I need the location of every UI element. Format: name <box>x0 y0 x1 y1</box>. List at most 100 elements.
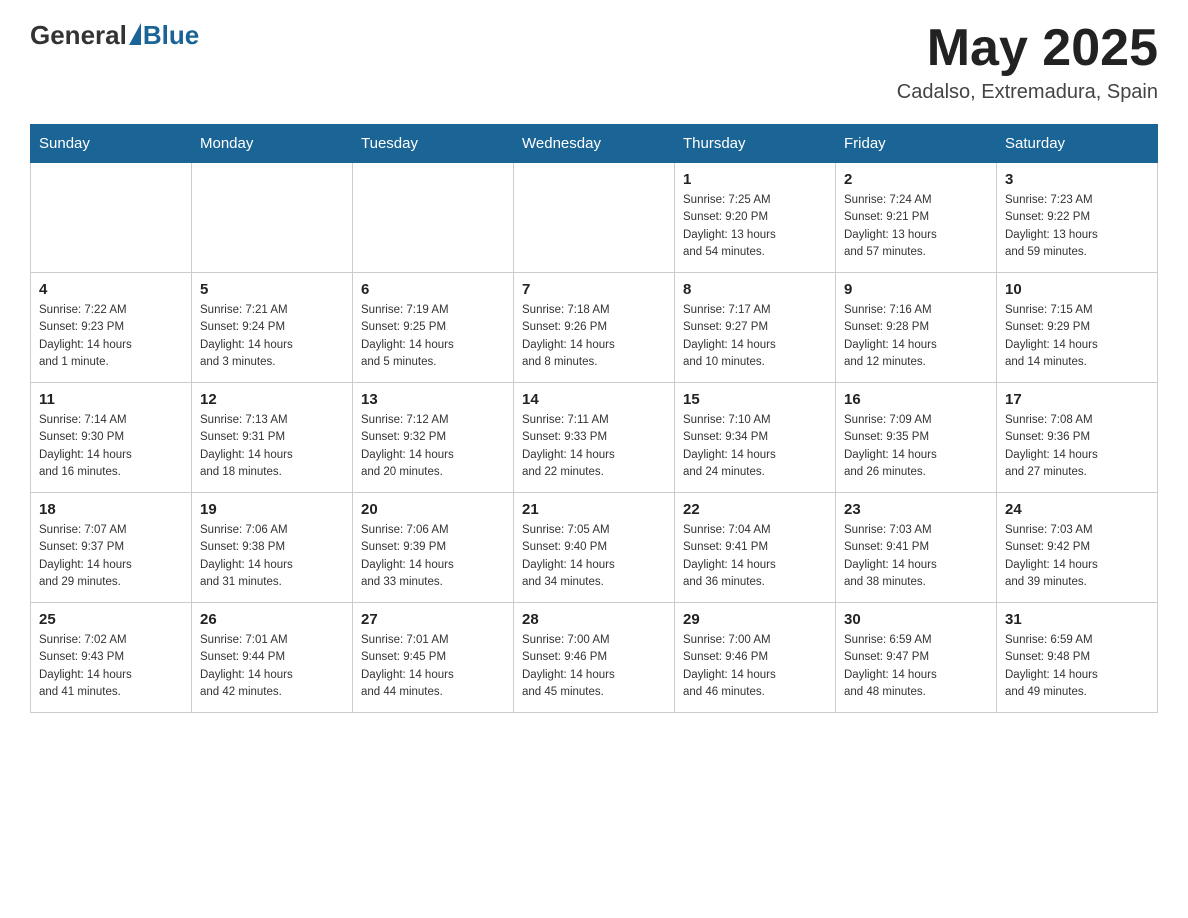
calendar-header-wednesday: Wednesday <box>514 125 675 163</box>
day-number: 28 <box>522 611 666 628</box>
calendar-header-sunday: Sunday <box>31 125 192 163</box>
day-info: Sunrise: 7:03 AMSunset: 9:42 PMDaylight:… <box>1005 522 1149 591</box>
day-number: 24 <box>1005 501 1149 518</box>
day-number: 10 <box>1005 281 1149 298</box>
calendar-header-saturday: Saturday <box>997 125 1158 163</box>
day-info: Sunrise: 7:06 AMSunset: 9:38 PMDaylight:… <box>200 522 344 591</box>
calendar-cell: 22Sunrise: 7:04 AMSunset: 9:41 PMDayligh… <box>675 493 836 603</box>
day-number: 23 <box>844 501 988 518</box>
calendar-header-thursday: Thursday <box>675 125 836 163</box>
calendar-cell: 24 Sunrise: 7:03 AMSunset: 9:42 PMDayligh… <box>997 493 1158 603</box>
day-info: Sunrise: 7:01 AMSunset: 9:44 PMDaylight:… <box>200 632 344 701</box>
day-number: 4 <box>39 281 183 298</box>
day-number: 5 <box>200 281 344 298</box>
calendar-cell: 12 Sunrise: 7:13 AMSunset: 9:31 PMDayligh… <box>192 383 353 493</box>
day-info: Sunrise: 7:23 AMSunset: 9:22 PMDaylight:… <box>1005 192 1149 261</box>
day-info: Sunrise: 7:22 AMSunset: 9:23 PMDaylight:… <box>39 302 183 371</box>
day-number: 11 <box>39 391 183 408</box>
calendar-table: SundayMondayTuesdayWednesdayThursdayFrid… <box>30 124 1158 713</box>
day-number: 3 <box>1005 171 1149 188</box>
calendar-cell: 14Sunrise: 7:11 AMSunset: 9:33 PMDayligh… <box>514 383 675 493</box>
day-number: 6 <box>361 281 505 298</box>
calendar-cell: 11Sunrise: 7:14 AMSunset: 9:30 PMDayligh… <box>31 383 192 493</box>
day-number: 13 <box>361 391 505 408</box>
main-title: May 2025 <box>897 20 1158 77</box>
calendar-cell <box>31 163 192 273</box>
day-info: Sunrise: 7:09 AMSunset: 9:35 PMDaylight:… <box>844 412 988 481</box>
day-info: Sunrise: 7:19 AMSunset: 9:25 PMDaylight:… <box>361 302 505 371</box>
calendar-cell: 3 Sunrise: 7:23 AMSunset: 9:22 PMDaylight… <box>997 163 1158 273</box>
day-number: 17 <box>1005 391 1149 408</box>
calendar-cell: 7 Sunrise: 7:18 AMSunset: 9:26 PMDaylight… <box>514 273 675 383</box>
logo: General Blue <box>30 20 199 51</box>
calendar-cell: 31 Sunrise: 6:59 AMSunset: 9:48 PMDayligh… <box>997 603 1158 713</box>
day-info: Sunrise: 7:03 AMSunset: 9:41 PMDaylight:… <box>844 522 988 591</box>
day-number: 29 <box>683 611 827 628</box>
day-number: 27 <box>361 611 505 628</box>
day-info: Sunrise: 7:13 AMSunset: 9:31 PMDaylight:… <box>200 412 344 481</box>
day-info: Sunrise: 7:05 AMSunset: 9:40 PMDaylight:… <box>522 522 666 591</box>
day-info: Sunrise: 7:11 AMSunset: 9:33 PMDaylight:… <box>522 412 666 481</box>
day-info: Sunrise: 7:12 AMSunset: 9:32 PMDaylight:… <box>361 412 505 481</box>
week-row-4: 18 Sunrise: 7:07 AMSunset: 9:37 PMDayligh… <box>31 493 1158 603</box>
day-info: Sunrise: 6:59 AMSunset: 9:47 PMDaylight:… <box>844 632 988 701</box>
day-number: 7 <box>522 281 666 298</box>
day-number: 1 <box>683 171 827 188</box>
calendar-cell: 2 Sunrise: 7:24 AMSunset: 9:21 PMDaylight… <box>836 163 997 273</box>
day-number: 19 <box>200 501 344 518</box>
calendar-cell: 8Sunrise: 7:17 AMSunset: 9:27 PMDaylight… <box>675 273 836 383</box>
day-info: Sunrise: 7:00 AMSunset: 9:46 PMDaylight:… <box>522 632 666 701</box>
calendar-cell <box>514 163 675 273</box>
day-info: Sunrise: 7:01 AMSunset: 9:45 PMDaylight:… <box>361 632 505 701</box>
calendar-cell <box>353 163 514 273</box>
calendar-header-friday: Friday <box>836 125 997 163</box>
day-number: 9 <box>844 281 988 298</box>
week-row-1: 1 Sunrise: 7:25 AMSunset: 9:20 PMDaylight… <box>31 163 1158 273</box>
calendar-header-row: SundayMondayTuesdayWednesdayThursdayFrid… <box>31 125 1158 163</box>
calendar-cell <box>192 163 353 273</box>
calendar-cell: 1 Sunrise: 7:25 AMSunset: 9:20 PMDaylight… <box>675 163 836 273</box>
calendar-cell: 29 Sunrise: 7:00 AMSunset: 9:46 PMDayligh… <box>675 603 836 713</box>
calendar-cell: 4 Sunrise: 7:22 AMSunset: 9:23 PMDaylight… <box>31 273 192 383</box>
day-number: 25 <box>39 611 183 628</box>
day-number: 18 <box>39 501 183 518</box>
day-info: Sunrise: 7:00 AMSunset: 9:46 PMDaylight:… <box>683 632 827 701</box>
day-info: Sunrise: 7:10 AMSunset: 9:34 PMDaylight:… <box>683 412 827 481</box>
day-number: 12 <box>200 391 344 408</box>
day-number: 22 <box>683 501 827 518</box>
calendar-cell: 5 Sunrise: 7:21 AMSunset: 9:24 PMDaylight… <box>192 273 353 383</box>
day-info: Sunrise: 7:25 AMSunset: 9:20 PMDaylight:… <box>683 192 827 261</box>
calendar-cell: 18 Sunrise: 7:07 AMSunset: 9:37 PMDayligh… <box>31 493 192 603</box>
calendar-cell: 16Sunrise: 7:09 AMSunset: 9:35 PMDayligh… <box>836 383 997 493</box>
calendar-cell: 20 Sunrise: 7:06 AMSunset: 9:39 PMDayligh… <box>353 493 514 603</box>
day-info: Sunrise: 7:24 AMSunset: 9:21 PMDaylight:… <box>844 192 988 261</box>
day-info: Sunrise: 6:59 AMSunset: 9:48 PMDaylight:… <box>1005 632 1149 701</box>
day-info: Sunrise: 7:06 AMSunset: 9:39 PMDaylight:… <box>361 522 505 591</box>
logo-triangle-icon <box>129 23 141 45</box>
day-number: 2 <box>844 171 988 188</box>
day-number: 20 <box>361 501 505 518</box>
calendar-cell: 23 Sunrise: 7:03 AMSunset: 9:41 PMDayligh… <box>836 493 997 603</box>
day-info: Sunrise: 7:18 AMSunset: 9:26 PMDaylight:… <box>522 302 666 371</box>
page-header: General Blue May 2025 Cadalso, Extremadu… <box>30 20 1158 104</box>
week-row-2: 4 Sunrise: 7:22 AMSunset: 9:23 PMDaylight… <box>31 273 1158 383</box>
calendar-cell: 6 Sunrise: 7:19 AMSunset: 9:25 PMDaylight… <box>353 273 514 383</box>
day-info: Sunrise: 7:15 AMSunset: 9:29 PMDaylight:… <box>1005 302 1149 371</box>
day-info: Sunrise: 7:21 AMSunset: 9:24 PMDaylight:… <box>200 302 344 371</box>
day-info: Sunrise: 7:16 AMSunset: 9:28 PMDaylight:… <box>844 302 988 371</box>
calendar-header-monday: Monday <box>192 125 353 163</box>
calendar-cell: 13 Sunrise: 7:12 AMSunset: 9:32 PMDayligh… <box>353 383 514 493</box>
calendar-cell: 9 Sunrise: 7:16 AMSunset: 9:28 PMDaylight… <box>836 273 997 383</box>
week-row-5: 25 Sunrise: 7:02 AMSunset: 9:43 PMDayligh… <box>31 603 1158 713</box>
day-number: 31 <box>1005 611 1149 628</box>
day-number: 15 <box>683 391 827 408</box>
day-number: 30 <box>844 611 988 628</box>
calendar-header-tuesday: Tuesday <box>353 125 514 163</box>
day-info: Sunrise: 7:02 AMSunset: 9:43 PMDaylight:… <box>39 632 183 701</box>
day-info: Sunrise: 7:07 AMSunset: 9:37 PMDaylight:… <box>39 522 183 591</box>
calendar-cell: 25 Sunrise: 7:02 AMSunset: 9:43 PMDayligh… <box>31 603 192 713</box>
calendar-cell: 10 Sunrise: 7:15 AMSunset: 9:29 PMDayligh… <box>997 273 1158 383</box>
calendar-cell: 26Sunrise: 7:01 AMSunset: 9:44 PMDayligh… <box>192 603 353 713</box>
calendar-cell: 19 Sunrise: 7:06 AMSunset: 9:38 PMDayligh… <box>192 493 353 603</box>
day-info: Sunrise: 7:08 AMSunset: 9:36 PMDaylight:… <box>1005 412 1149 481</box>
